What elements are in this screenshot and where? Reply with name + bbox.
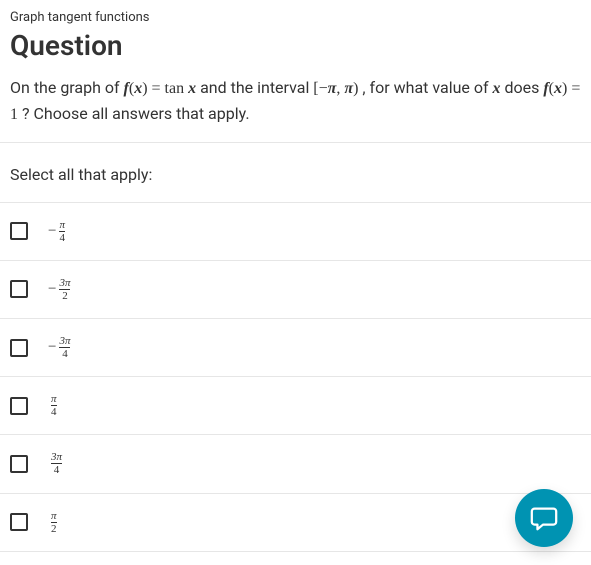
- checkbox[interactable]: [10, 280, 28, 298]
- checkbox[interactable]: [10, 339, 28, 357]
- option-math: − 3π 2: [48, 277, 70, 302]
- fraction-denominator: 4: [51, 405, 57, 418]
- checkbox[interactable]: [10, 222, 28, 240]
- neg-sign: −: [48, 339, 56, 356]
- math-interval: [−π, π): [313, 80, 358, 97]
- chat-icon: [529, 503, 559, 533]
- breadcrumb: Graph tangent functions: [0, 0, 591, 29]
- option-row[interactable]: − 3π 4: [0, 319, 591, 377]
- question-prompt: On the graph of f(x) = tan x and the int…: [0, 70, 591, 143]
- math-fx-tanx: f(x) = tan x: [124, 80, 197, 97]
- option-math: − π 4: [48, 219, 65, 244]
- fraction-numerator: 3π: [59, 277, 70, 289]
- prompt-text: and the interval: [200, 78, 313, 97]
- checkbox[interactable]: [10, 455, 28, 473]
- page-title: Question: [0, 29, 591, 70]
- prompt-text: does: [504, 78, 543, 97]
- fraction-denominator: 2: [59, 289, 70, 302]
- fraction-numerator: 3π: [51, 451, 62, 463]
- select-all-label: Select all that apply:: [0, 143, 591, 203]
- neg-sign: −: [48, 281, 56, 298]
- chat-button[interactable]: [515, 489, 573, 547]
- fraction-denominator: 4: [59, 347, 70, 360]
- fraction-numerator: π: [51, 393, 57, 405]
- prompt-text: ? Choose all answers that apply.: [22, 104, 250, 123]
- option-row[interactable]: − 3π 2: [0, 261, 591, 319]
- prompt-text: , for what value of: [362, 78, 492, 97]
- math-x: x: [493, 80, 501, 97]
- option-row[interactable]: − π 4: [0, 203, 591, 261]
- option-row[interactable]: 3π 4: [0, 435, 591, 493]
- fraction-numerator: π: [51, 510, 57, 522]
- fraction-numerator: π: [59, 219, 65, 231]
- fraction-denominator: 2: [51, 522, 57, 535]
- fraction-denominator: 4: [59, 231, 65, 244]
- prompt-text: On the graph of: [10, 78, 124, 97]
- option-row[interactable]: π 4: [0, 377, 591, 435]
- option-math: − 3π 4: [48, 335, 70, 360]
- option-row[interactable]: π 2: [0, 494, 591, 552]
- checkbox[interactable]: [10, 397, 28, 415]
- neg-sign: −: [48, 223, 56, 240]
- option-math: π 2: [48, 510, 57, 535]
- fraction-numerator: 3π: [59, 335, 70, 347]
- option-math: 3π 4: [48, 451, 62, 476]
- fraction-denominator: 4: [51, 463, 62, 476]
- checkbox[interactable]: [10, 513, 28, 531]
- option-math: π 4: [48, 393, 57, 418]
